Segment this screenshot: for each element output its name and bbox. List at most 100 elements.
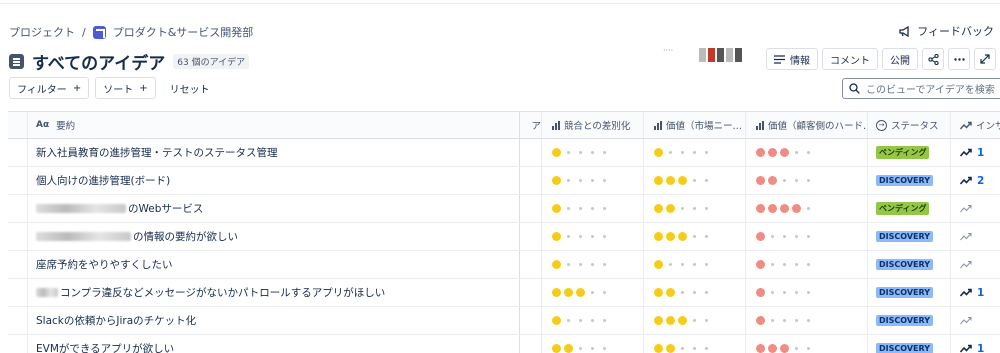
customer-value-rating[interactable] bbox=[746, 251, 868, 278]
market-value-rating[interactable] bbox=[644, 139, 746, 166]
trend-icon bbox=[960, 148, 972, 157]
status-cell[interactable]: ペンディング bbox=[868, 139, 951, 166]
row-checkbox-cell[interactable] bbox=[8, 251, 28, 278]
market-value-rating[interactable] bbox=[644, 279, 746, 306]
hidden-column-cell[interactable] bbox=[520, 279, 542, 306]
idea-summary-cell[interactable]: コンプラ違反などメッセージがないかパトロールするアプリがほしい bbox=[28, 279, 520, 306]
insights-cell[interactable] bbox=[951, 223, 1000, 250]
ideas-table: Aα 要約 ア 競合との差別化 価値（市場ニー… 価値（顧客側のハード… → ス… bbox=[8, 111, 1000, 353]
collaborator-avatars[interactable]: ···· bbox=[663, 46, 743, 62]
status-cell[interactable]: DISCOVERY bbox=[868, 279, 951, 306]
row-checkbox-cell[interactable] bbox=[8, 223, 28, 250]
status-cell[interactable]: DISCOVERY bbox=[868, 335, 951, 353]
customer-value-rating[interactable] bbox=[746, 195, 868, 222]
status-cell[interactable]: DISCOVERY bbox=[868, 223, 951, 250]
insights-cell[interactable]: 1 bbox=[951, 139, 1000, 166]
column-header-market-value-label: 価値（市場ニー… bbox=[666, 121, 743, 132]
reset-button[interactable]: リセット bbox=[161, 77, 218, 99]
hidden-column-cell[interactable] bbox=[520, 307, 542, 334]
customer-value-rating[interactable] bbox=[746, 167, 868, 194]
status-cell[interactable]: DISCOVERY bbox=[868, 251, 951, 278]
idea-summary-cell[interactable]: EVMができるアプリが欲しい bbox=[28, 335, 520, 353]
status-cell[interactable]: DISCOVERY bbox=[868, 167, 951, 194]
market-value-rating[interactable] bbox=[644, 167, 746, 194]
row-checkbox-cell[interactable] bbox=[8, 335, 28, 353]
market-value-rating[interactable] bbox=[644, 223, 746, 250]
publish-button[interactable]: 公開 bbox=[882, 48, 918, 70]
insights-cell[interactable] bbox=[951, 195, 1000, 222]
sort-button[interactable]: ソート + bbox=[95, 77, 156, 99]
differentiation-rating[interactable] bbox=[542, 279, 644, 306]
feedback-button[interactable]: フィードバック bbox=[899, 23, 994, 39]
column-header-market-value[interactable]: 価値（市場ニー… bbox=[644, 112, 746, 138]
customer-value-rating[interactable] bbox=[746, 335, 868, 353]
row-checkbox-cell[interactable] bbox=[8, 167, 28, 194]
column-header-customer-value-label: 価値（顧客側のハード… bbox=[768, 121, 868, 132]
row-checkbox-cell[interactable] bbox=[8, 139, 28, 166]
customer-value-rating[interactable] bbox=[746, 223, 868, 250]
table-row[interactable]: EVMができるアプリが欲しい DISCOVERY 1 bbox=[8, 335, 1000, 353]
rating-dot-filled bbox=[552, 204, 561, 213]
row-checkbox-cell[interactable] bbox=[8, 307, 28, 334]
comment-button[interactable]: コメント bbox=[822, 48, 878, 70]
table-row[interactable]: の情報の要約が欲しい DISCOVERY bbox=[8, 223, 1000, 251]
customer-value-rating[interactable] bbox=[746, 279, 868, 306]
breadcrumb-space-link[interactable]: プロダクト&サービス開発部 bbox=[113, 24, 254, 40]
more-options-button[interactable] bbox=[948, 48, 970, 70]
differentiation-rating[interactable] bbox=[542, 167, 644, 194]
customer-value-rating[interactable] bbox=[746, 307, 868, 334]
insights-cell[interactable] bbox=[951, 307, 1000, 334]
differentiation-rating[interactable] bbox=[542, 195, 644, 222]
table-row[interactable]: コンプラ違反などメッセージがないかパトロールするアプリがほしい DISCOVERY… bbox=[8, 279, 1000, 307]
info-button[interactable]: 情報 bbox=[766, 48, 818, 70]
column-header-status[interactable]: → ステータス bbox=[868, 112, 951, 138]
idea-summary-cell[interactable]: のWebサービス bbox=[28, 195, 520, 222]
search-input[interactable]: このビューでアイデアを検索 bbox=[842, 78, 1000, 99]
status-cell[interactable]: DISCOVERY bbox=[868, 307, 951, 334]
customer-value-rating[interactable] bbox=[746, 139, 868, 166]
differentiation-rating[interactable] bbox=[542, 335, 644, 353]
row-checkbox-cell[interactable] bbox=[8, 195, 28, 222]
market-value-rating[interactable] bbox=[644, 195, 746, 222]
idea-summary-cell[interactable]: 新入社員教育の進捗管理・テストのステータス管理 bbox=[28, 139, 520, 166]
column-header-summary[interactable]: Aα 要約 bbox=[28, 112, 520, 138]
row-checkbox-cell[interactable] bbox=[8, 279, 28, 306]
column-header-customer-value[interactable]: 価値（顧客側のハード… bbox=[746, 112, 868, 138]
market-value-rating[interactable] bbox=[644, 335, 746, 353]
rating-field-icon bbox=[552, 120, 560, 130]
status-cell[interactable]: ペンディング bbox=[868, 195, 951, 222]
table-row[interactable]: Slackの依頼からJiraのチケット化 DISCOVERY bbox=[8, 307, 1000, 335]
column-header-insights[interactable]: インサ bbox=[951, 112, 1000, 138]
hidden-column-cell[interactable] bbox=[520, 195, 542, 222]
column-header-hidden[interactable]: ア bbox=[520, 112, 542, 138]
market-value-rating[interactable] bbox=[644, 307, 746, 334]
insights-cell[interactable]: 1 bbox=[951, 335, 1000, 353]
differentiation-rating[interactable] bbox=[542, 223, 644, 250]
differentiation-rating[interactable] bbox=[542, 139, 644, 166]
hidden-column-cell[interactable] bbox=[520, 167, 542, 194]
breadcrumb-projects-link[interactable]: プロジェクト bbox=[9, 24, 75, 40]
hidden-column-cell[interactable] bbox=[520, 139, 542, 166]
differentiation-rating[interactable] bbox=[542, 307, 644, 334]
hidden-column-cell[interactable] bbox=[520, 251, 542, 278]
idea-summary-cell[interactable]: 座席予約をやりやすくしたい bbox=[28, 251, 520, 278]
insights-cell[interactable]: 2 bbox=[951, 167, 1000, 194]
insights-cell[interactable]: 1 bbox=[951, 279, 1000, 306]
hidden-column-cell[interactable] bbox=[520, 335, 542, 353]
status-badge: DISCOVERY bbox=[876, 315, 934, 326]
filter-button[interactable]: フィルター + bbox=[9, 77, 90, 99]
table-row[interactable]: のWebサービス ペンディング bbox=[8, 195, 1000, 223]
share-button[interactable] bbox=[922, 48, 944, 70]
idea-summary-cell[interactable]: 個人向けの進捗管理(ボード) bbox=[28, 167, 520, 194]
table-row[interactable]: 個人向けの進捗管理(ボード) DISCOVERY 2 bbox=[8, 167, 1000, 195]
fullscreen-button[interactable] bbox=[974, 48, 996, 70]
differentiation-rating[interactable] bbox=[542, 251, 644, 278]
table-row[interactable]: 新入社員教育の進捗管理・テストのステータス管理 ペンディング 1 bbox=[8, 139, 1000, 167]
table-row[interactable]: 座席予約をやりやすくしたい DISCOVERY bbox=[8, 251, 1000, 279]
idea-summary-cell[interactable]: Slackの依頼からJiraのチケット化 bbox=[28, 307, 520, 334]
column-header-differentiation[interactable]: 競合との差別化 bbox=[542, 112, 644, 138]
hidden-column-cell[interactable] bbox=[520, 223, 542, 250]
idea-summary-cell[interactable]: の情報の要約が欲しい bbox=[28, 223, 520, 250]
insights-cell[interactable] bbox=[951, 251, 1000, 278]
market-value-rating[interactable] bbox=[644, 251, 746, 278]
